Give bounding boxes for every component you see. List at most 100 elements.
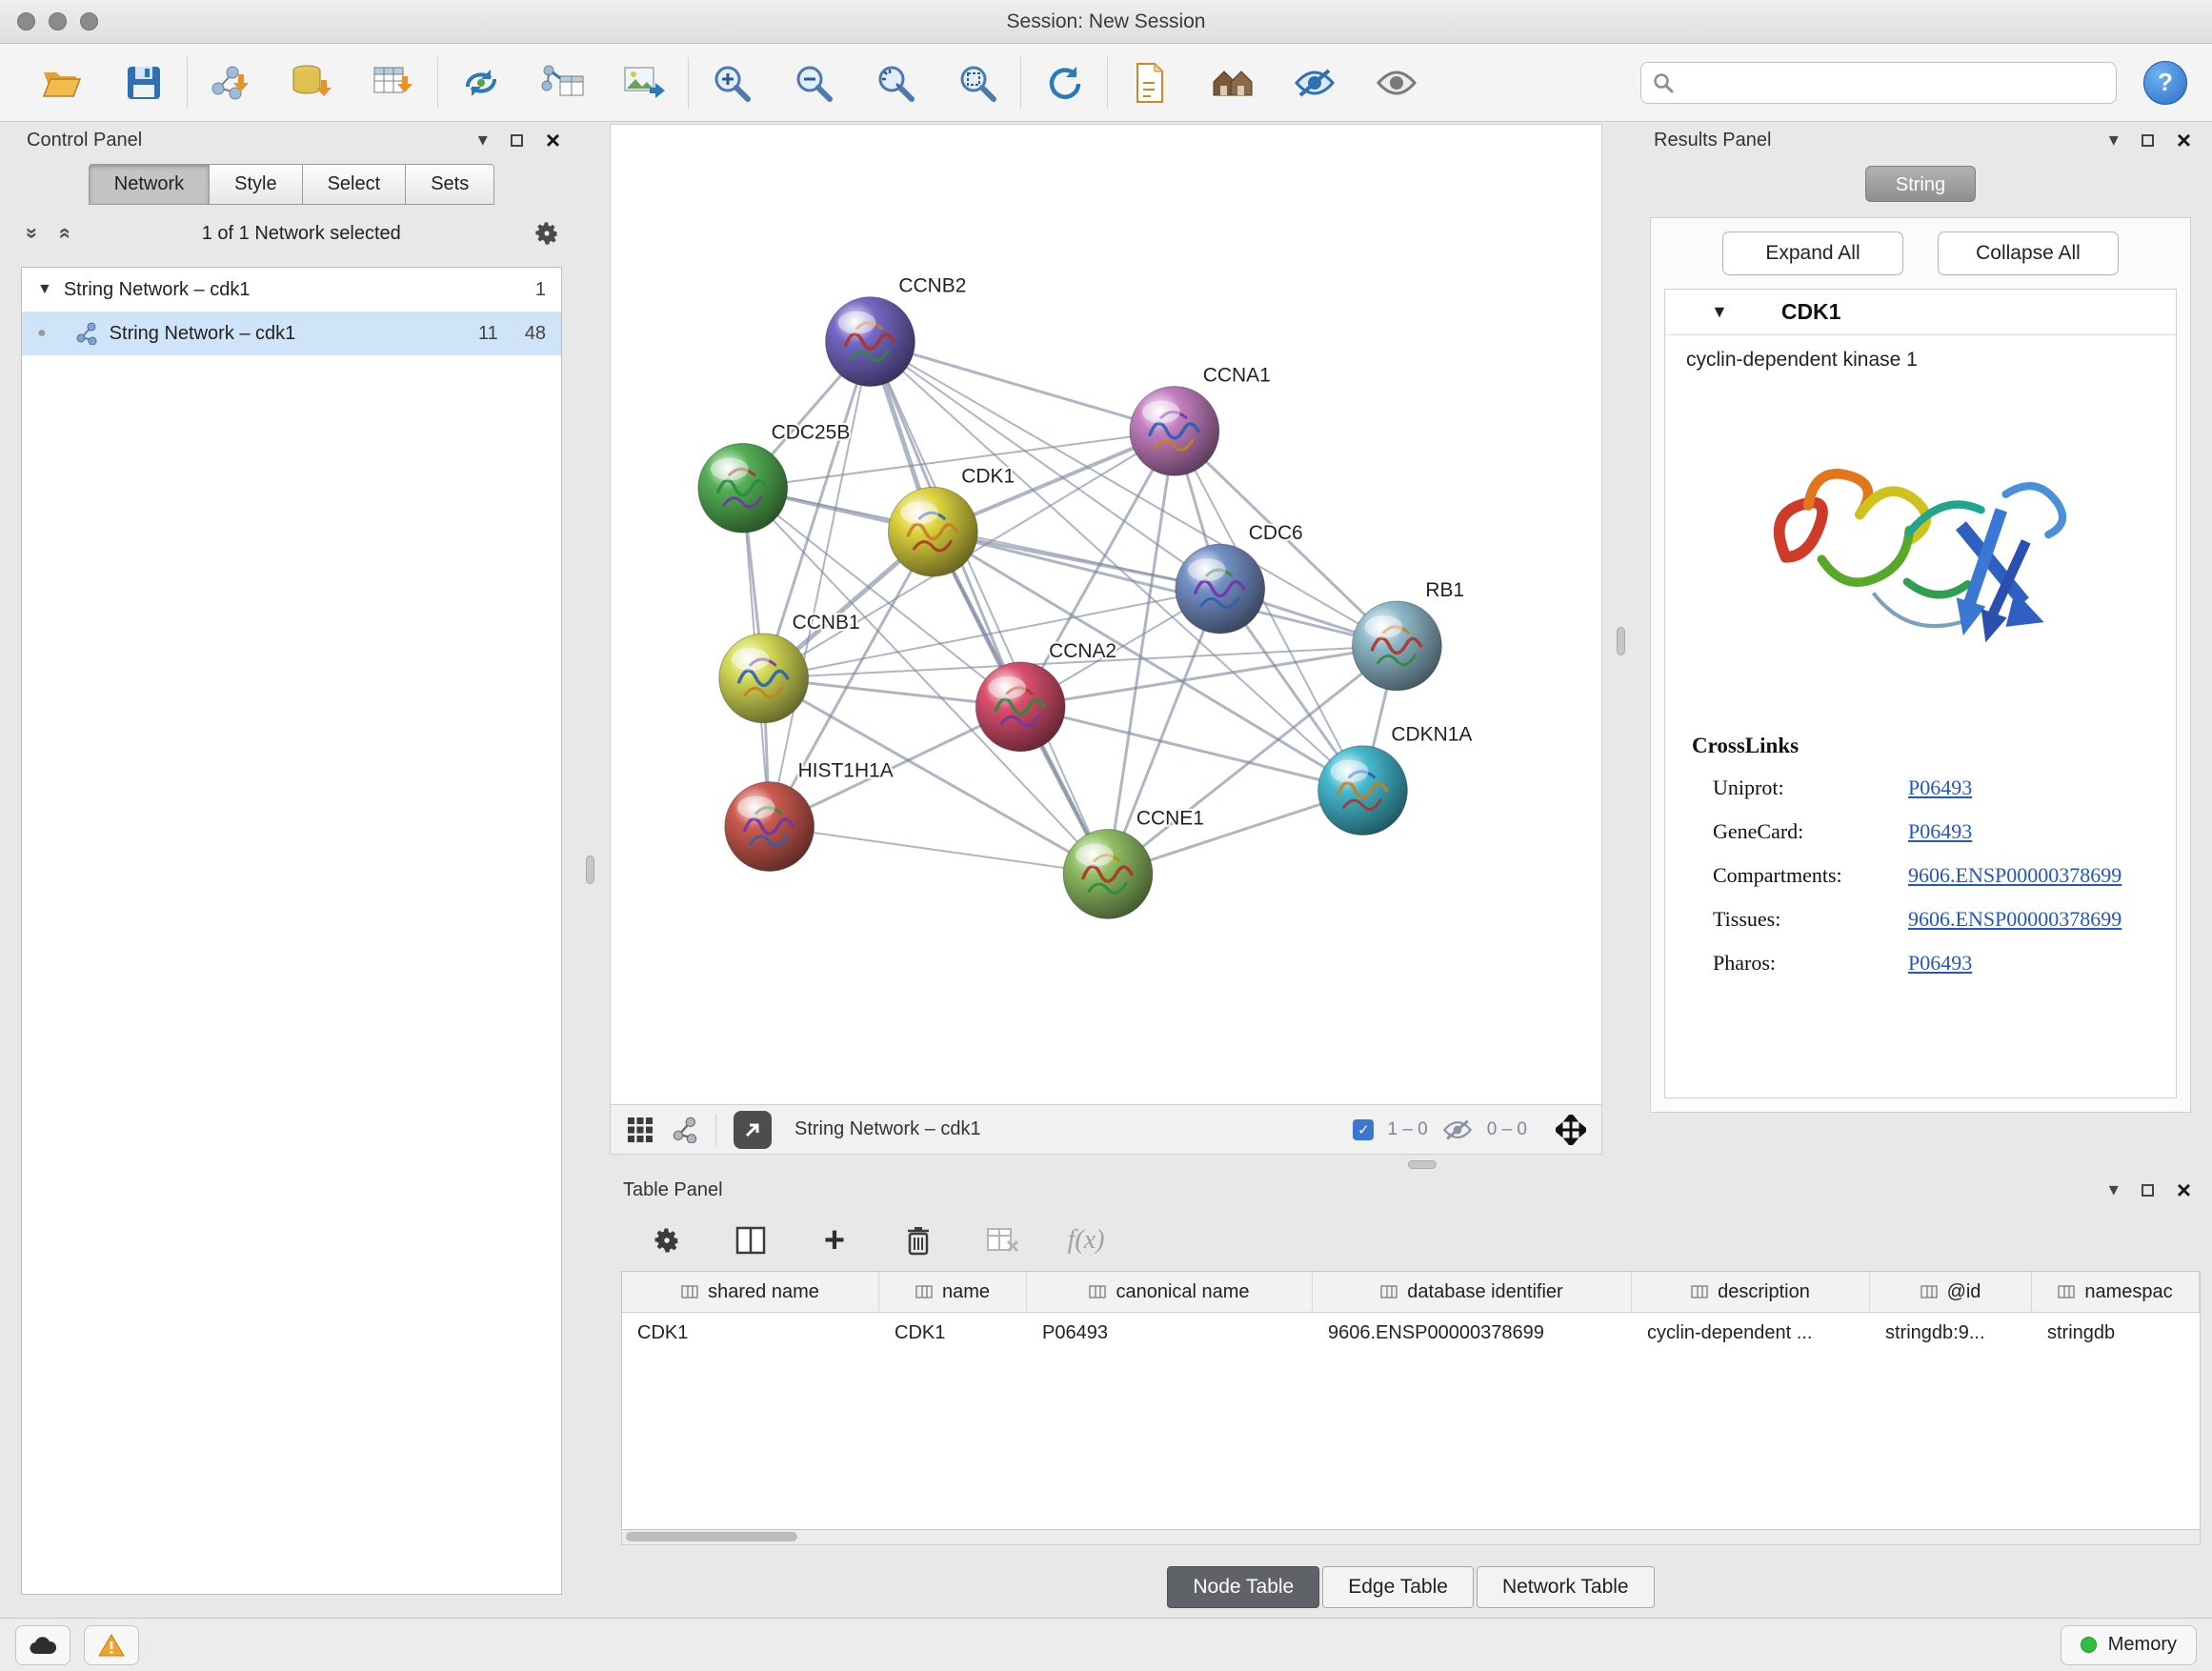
- add-column-button[interactable]: +: [814, 1221, 855, 1259]
- network-canvas[interactable]: CCNB2CCNA1CDC25BCDK1CDC6RB1CCNB1CCNA2CDK…: [611, 125, 1601, 1104]
- column-header[interactable]: name: [879, 1272, 1027, 1312]
- network-edge[interactable]: [770, 827, 1108, 875]
- function-builder-button[interactable]: f(x): [1065, 1221, 1107, 1259]
- left-splitter-handle[interactable]: [586, 856, 594, 884]
- apply-layout-button[interactable]: [1038, 57, 1090, 109]
- gear-icon[interactable]: [533, 220, 560, 247]
- control-panel-menu-icon[interactable]: ▾: [478, 131, 488, 150]
- column-header[interactable]: canonical name: [1027, 1272, 1313, 1312]
- import-clipboard-button[interactable]: [1125, 57, 1176, 109]
- network-row[interactable]: ● String Network – cdk1 11 48: [22, 312, 561, 355]
- cell-id[interactable]: stringdb:9...: [1870, 1313, 2032, 1353]
- cell-database-identifier[interactable]: 9606.ENSP00000378699: [1313, 1313, 1632, 1353]
- open-session-button[interactable]: [36, 57, 88, 109]
- search-input[interactable]: [1681, 72, 2104, 93]
- network-edge[interactable]: [770, 342, 871, 827]
- import-network-database-button[interactable]: [287, 57, 338, 109]
- results-panel-menu-icon[interactable]: ▾: [2109, 131, 2119, 150]
- pan-crosshair-icon[interactable]: [1556, 1115, 1586, 1145]
- column-header[interactable]: @id: [1870, 1272, 2032, 1312]
- network-edge[interactable]: [870, 342, 1108, 875]
- show-all-button[interactable]: [1371, 57, 1422, 109]
- zoom-out-button[interactable]: [788, 57, 839, 109]
- network-graph[interactable]: CCNB2CCNA1CDC25BCDK1CDC6RB1CCNB1CCNA2CDK…: [611, 125, 1601, 1104]
- column-header[interactable]: description: [1632, 1272, 1870, 1312]
- network-node-CCNB1[interactable]: CCNB1: [719, 612, 860, 723]
- results-panel-float-icon[interactable]: [2142, 134, 2154, 147]
- help-button[interactable]: ?: [2143, 61, 2187, 105]
- compartments-link[interactable]: 9606.ENSP00000378699: [1908, 863, 2176, 888]
- tab-select[interactable]: Select: [303, 164, 407, 205]
- zoom-fit-button[interactable]: [870, 57, 921, 109]
- network-edge[interactable]: [870, 342, 1174, 432]
- memory-button[interactable]: Memory: [2061, 1625, 2197, 1665]
- collection-expander-icon[interactable]: ▼: [37, 281, 52, 298]
- network-collection-row[interactable]: ▼ String Network – cdk1 1: [22, 268, 561, 312]
- pharos-link[interactable]: P06493: [1908, 951, 2176, 976]
- tab-network[interactable]: Network: [89, 164, 210, 205]
- table-settings-button[interactable]: [646, 1221, 688, 1259]
- tab-node-table[interactable]: Node Table: [1167, 1566, 1319, 1608]
- table-panel-close-icon[interactable]: ×: [2177, 1178, 2191, 1202]
- control-panel-close-icon[interactable]: ×: [546, 128, 560, 152]
- tab-string[interactable]: String: [1865, 166, 1976, 202]
- cell-description[interactable]: cyclin-dependent ...: [1632, 1313, 1870, 1353]
- network-node-CDK1[interactable]: CDK1: [888, 465, 1015, 576]
- warnings-button[interactable]: [84, 1625, 139, 1665]
- cell-shared-name[interactable]: CDK1: [622, 1313, 879, 1353]
- collapse-all-button[interactable]: Collapse All: [1938, 232, 2119, 275]
- cell-name[interactable]: CDK1: [879, 1313, 1027, 1353]
- bottom-splitter-handle[interactable]: [1408, 1160, 1437, 1169]
- results-panel-close-icon[interactable]: ×: [2177, 128, 2191, 152]
- save-session-button[interactable]: [118, 57, 170, 109]
- control-panel-float-icon[interactable]: [511, 134, 523, 147]
- network-node-RB1[interactable]: RB1: [1352, 579, 1464, 691]
- close-window-button[interactable]: [17, 12, 35, 30]
- network-view-icon[interactable]: [672, 1117, 698, 1143]
- scrollbar-thumb[interactable]: [626, 1532, 797, 1541]
- column-header[interactable]: database identifier: [1313, 1272, 1632, 1312]
- automation-button[interactable]: [15, 1625, 70, 1665]
- import-table-button[interactable]: [369, 57, 420, 109]
- network-node-HIST1H1A[interactable]: HIST1H1A: [725, 760, 894, 872]
- import-network-file-button[interactable]: [205, 57, 256, 109]
- zoom-in-button[interactable]: [706, 57, 757, 109]
- uniprot-link[interactable]: P06493: [1908, 775, 2176, 800]
- cell-canonical-name[interactable]: P06493: [1027, 1313, 1313, 1353]
- tissues-link[interactable]: 9606.ENSP00000378699: [1908, 907, 2176, 932]
- expand-all-button[interactable]: Expand All: [1722, 232, 1903, 275]
- table-panel-menu-icon[interactable]: ▾: [2109, 1180, 2119, 1199]
- export-image-button[interactable]: [619, 57, 671, 109]
- table-row[interactable]: CDK1 CDK1 P06493 9606.ENSP00000378699 cy…: [622, 1313, 2200, 1353]
- delete-column-button[interactable]: [897, 1221, 939, 1259]
- network-node-CCNB2[interactable]: CCNB2: [826, 275, 967, 387]
- expand-all-icon[interactable]: »: [55, 228, 72, 239]
- search-box[interactable]: [1640, 62, 2117, 104]
- delete-table-button[interactable]: [981, 1221, 1023, 1259]
- tab-sets[interactable]: Sets: [406, 164, 494, 205]
- table-panel-float-icon[interactable]: [2142, 1184, 2154, 1197]
- tab-edge-table[interactable]: Edge Table: [1322, 1566, 1474, 1608]
- column-header[interactable]: namespac: [2032, 1272, 2200, 1312]
- zoom-selected-button[interactable]: [952, 57, 1003, 109]
- hide-selected-button[interactable]: [1289, 57, 1340, 109]
- detach-view-button[interactable]: [734, 1111, 772, 1149]
- network-node-CCNA1[interactable]: CCNA1: [1130, 364, 1271, 475]
- collapse-all-icon[interactable]: »: [24, 228, 41, 239]
- tab-style[interactable]: Style: [210, 164, 302, 205]
- network-node-CDKN1A[interactable]: CDKN1A: [1318, 724, 1473, 836]
- minimize-window-button[interactable]: [49, 12, 67, 30]
- right-splitter-handle[interactable]: [1617, 627, 1625, 655]
- tab-network-table[interactable]: Network Table: [1477, 1566, 1655, 1608]
- protein-expander-icon[interactable]: ▼: [1711, 302, 1728, 322]
- column-header[interactable]: shared name: [622, 1272, 879, 1312]
- home-button[interactable]: [1207, 57, 1258, 109]
- selected-indicator-checkbox[interactable]: ✓: [1353, 1119, 1374, 1140]
- grid-view-icon[interactable]: [626, 1116, 654, 1144]
- show-columns-button[interactable]: [730, 1221, 772, 1259]
- export-network-button[interactable]: [537, 57, 589, 109]
- cell-namespace[interactable]: stringdb: [2032, 1313, 2200, 1353]
- new-network-from-selection-button[interactable]: [455, 57, 507, 109]
- table-horizontal-scrollbar[interactable]: [621, 1530, 2201, 1545]
- genecard-link[interactable]: P06493: [1908, 819, 2176, 844]
